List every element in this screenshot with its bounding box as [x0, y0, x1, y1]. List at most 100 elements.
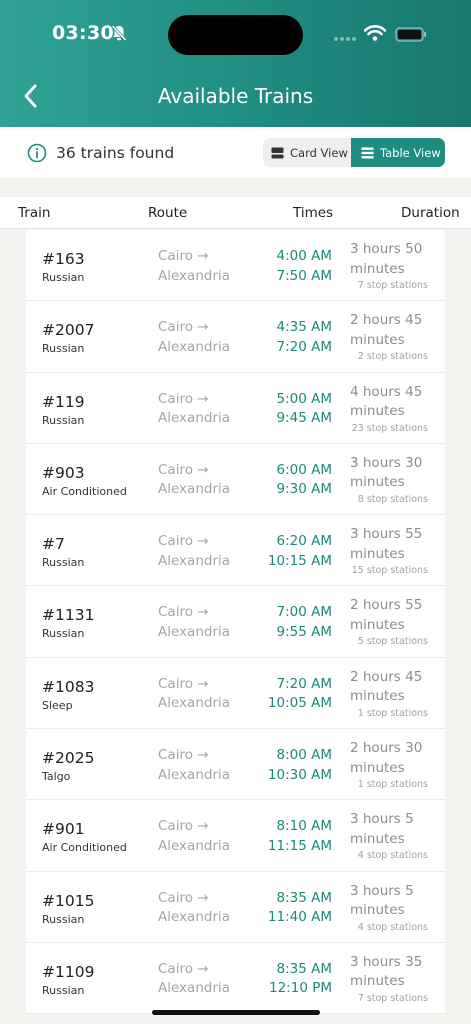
- duration-line1: 3 hours 35: [350, 953, 423, 970]
- header-route: Route: [148, 205, 188, 221]
- signal-dots-icon: [334, 37, 356, 41]
- train-number: #7: [42, 535, 65, 554]
- route-to: Alexandria: [158, 909, 231, 926]
- duration-line1: 3 hours 55: [350, 526, 423, 543]
- depart-time: 4:35 AM: [276, 319, 333, 336]
- duration-line2: minutes: [350, 902, 405, 919]
- battery-icon: [395, 27, 426, 42]
- duration-line2: minutes: [350, 973, 405, 990]
- table-row[interactable]: #1131 Russian Cairo → Alexandria 7:00 AM 9…: [26, 586, 445, 658]
- times: 7:00 AM 9:55 AM: [264, 603, 333, 642]
- route-to: Alexandria: [158, 338, 231, 355]
- bell-muted-icon: [111, 24, 127, 42]
- wifi-icon: [364, 25, 386, 41]
- dynamic-island: [168, 15, 303, 55]
- train-type: Russian: [42, 627, 85, 641]
- times: 4:00 AM 7:50 AM: [264, 247, 333, 286]
- table-row[interactable]: #163 Russian Cairo → Alexandria 4:00 AM 7:…: [26, 230, 445, 302]
- route-to: Alexandria: [158, 481, 231, 498]
- stop-count: 5 stop stations: [357, 636, 428, 648]
- duration-line2: minutes: [350, 331, 405, 348]
- route-from: Cairo →: [158, 818, 209, 835]
- duration-line1: 2 hours 45: [350, 668, 423, 685]
- stop-count: 7 stop stations: [357, 280, 428, 291]
- arrive-time: 11:40 AM: [267, 909, 332, 926]
- stop-count: 8 stop stations: [357, 493, 428, 505]
- table-view-button[interactable]: Table View: [351, 138, 445, 167]
- route-from: Cairo →: [158, 533, 209, 550]
- duration-line1: 2 hours 55: [350, 597, 423, 614]
- view-toggle: Card View Table View: [263, 138, 445, 167]
- train-type: Russian: [42, 342, 85, 356]
- train-type: Russian: [42, 983, 85, 997]
- times: 5:00 AM 9:45 AM: [264, 390, 333, 429]
- duration: 3 hours 50 minutes: [350, 240, 422, 279]
- duration: 4 hours 45 minutes: [350, 383, 422, 422]
- card-view-button[interactable]: Card View: [263, 138, 351, 167]
- table-row[interactable]: #7 Russian Cairo → Alexandria 6:20 AM 10:1…: [26, 515, 445, 587]
- arrive-time: 9:45 AM: [276, 410, 333, 427]
- table-row[interactable]: #2025 Talgo Cairo → Alexandria 8:00 AM 10:…: [26, 729, 445, 801]
- route-from: Cairo →: [158, 604, 209, 621]
- train-number: #903: [42, 463, 85, 482]
- duration: 3 hours 55 minutes: [350, 525, 422, 564]
- route-to: Alexandria: [158, 837, 231, 854]
- duration-line2: minutes: [350, 545, 405, 562]
- duration-line1: 3 hours 50: [350, 241, 423, 257]
- stop-count: 4 stop stations: [357, 850, 428, 862]
- route-from: Cairo →: [158, 960, 209, 977]
- table-row[interactable]: #901 Air Conditioned Cairo → Alexandria 8…: [26, 800, 445, 872]
- card-view-label: Card View: [290, 145, 348, 160]
- table-row[interactable]: #1015 Russian Cairo → Alexandria 8:35 AM 1…: [26, 871, 445, 943]
- home-indicator[interactable]: [152, 1010, 320, 1015]
- route: Cairo → Alexandria: [158, 247, 230, 286]
- depart-time: 8:35 AM: [276, 889, 333, 906]
- duration-line2: minutes: [350, 260, 405, 277]
- duration-line2: minutes: [350, 474, 405, 491]
- route-from: Cairo →: [158, 461, 209, 478]
- train-number: #1015: [42, 891, 95, 910]
- depart-time: 8:00 AM: [276, 747, 333, 764]
- train-type: Russian: [42, 271, 85, 284]
- table-row[interactable]: #2007 Russian Cairo → Alexandria 4:35 AM 7…: [26, 301, 445, 373]
- route-to: Alexandria: [158, 552, 231, 569]
- arrive-time: 10:15 AM: [267, 552, 332, 569]
- train-number: #1083: [42, 677, 95, 696]
- route: Cairo → Alexandria: [158, 603, 230, 642]
- route-to: Alexandria: [158, 980, 231, 997]
- duration-line2: minutes: [350, 688, 405, 705]
- arrive-time: 9:55 AM: [276, 623, 333, 640]
- table-row[interactable]: #1083 Sleep Cairo → Alexandria 7:20 AM 10:…: [26, 657, 445, 730]
- times: 6:00 AM 9:30 AM: [264, 461, 333, 500]
- stop-count: 4 stop stations: [357, 921, 428, 933]
- card-view-icon: [271, 147, 284, 158]
- table-row[interactable]: #903 Air Conditioned Cairo → Alexandria 6…: [26, 443, 445, 516]
- stop-count: 15 stop stations: [351, 565, 428, 577]
- duration: 2 hours 30 minutes: [350, 739, 422, 778]
- table-row[interactable]: #119 Russian Cairo → Alexandria 5:00 AM 9:…: [26, 372, 445, 444]
- duration-line1: 2 hours 45: [350, 312, 423, 329]
- route-to: Alexandria: [158, 410, 231, 427]
- train-table: #163 Russian Cairo → Alexandria 4:00 AM 7:…: [26, 230, 445, 1015]
- route-to: Alexandria: [158, 766, 231, 783]
- route: Cairo → Alexandria: [158, 675, 230, 714]
- times: 8:35 AM 12:10 PM: [264, 960, 332, 999]
- route-to: Alexandria: [158, 695, 231, 712]
- duration: 2 hours 45 minutes: [350, 311, 422, 350]
- route-from: Cairo →: [158, 889, 209, 906]
- train-type: Talgo: [42, 770, 71, 784]
- times: 4:35 AM 7:20 AM: [264, 318, 333, 357]
- route: Cairo → Alexandria: [158, 390, 230, 429]
- arrive-time: 10:30 AM: [267, 766, 332, 783]
- header-train: Train: [18, 205, 51, 221]
- duration-line2: minutes: [350, 616, 405, 633]
- table-row[interactable]: #1109 Russian Cairo → Alexandria 8:35 AM 1…: [26, 942, 445, 1015]
- route: Cairo → Alexandria: [158, 746, 230, 785]
- app-header: 03:30 Available Trains: [0, 0, 471, 127]
- times: 8:35 AM 11:40 AM: [264, 889, 332, 928]
- duration: 2 hours 55 minutes: [350, 596, 422, 635]
- route-from: Cairo →: [158, 248, 209, 264]
- depart-time: 4:00 AM: [276, 248, 333, 264]
- depart-time: 5:00 AM: [276, 390, 333, 407]
- table-header: Train Route Times Duration: [0, 197, 471, 229]
